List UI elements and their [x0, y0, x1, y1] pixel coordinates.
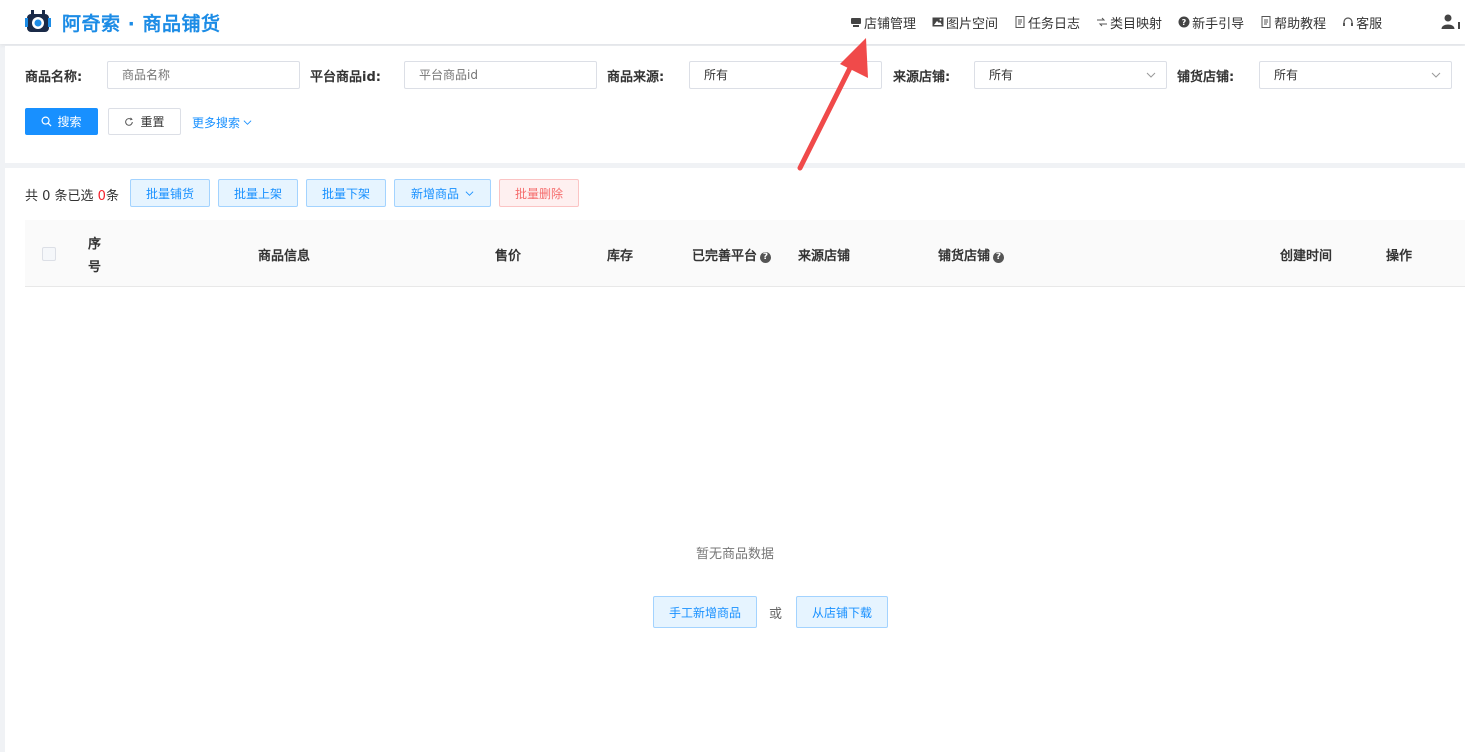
- manual-add-product-button[interactable]: 手工新增商品: [653, 596, 757, 628]
- platform-id-label: 平台商品id:: [310, 70, 381, 85]
- distribution-shop-select[interactable]: 所有: [1259, 61, 1452, 89]
- select-all-checkbox[interactable]: [42, 247, 56, 261]
- selected-count: 0: [97, 189, 106, 204]
- document-icon: [1261, 16, 1271, 28]
- brand-title: 阿奇索 · 商品铺货: [62, 12, 221, 35]
- nav-label: 帮助教程: [1274, 16, 1327, 32]
- top-header: 阿奇索 · 商品铺货 店铺管理 图片空间 任务日志 类目映射 ? 新手引导 帮助…: [0, 0, 1465, 44]
- reset-button[interactable]: 重置: [108, 108, 181, 135]
- col-distribution-shop: 铺货店铺?: [938, 245, 1005, 264]
- col-index-line1: 序: [88, 237, 102, 252]
- top-nav: 店铺管理 图片空间 任务日志 类目映射 ? 新手引导 帮助教程 客服: [850, 0, 1398, 44]
- distribution-shop-label: 铺货店铺:: [1177, 70, 1235, 85]
- col-distribution-shop-label: 铺货店铺: [938, 249, 991, 264]
- nav-label: 店铺管理: [864, 16, 917, 32]
- headset-icon: [1343, 17, 1354, 26]
- search-button-label: 搜索: [57, 115, 82, 129]
- chevron-down-icon: [1146, 72, 1156, 78]
- search-button[interactable]: 搜索: [25, 108, 98, 135]
- filter-panel: 商品名称: 平台商品id: 商品来源: 所有 来源店铺: 所有 铺货店铺: 所有…: [5, 46, 1465, 163]
- source-shop-label: 来源店铺:: [893, 70, 951, 85]
- source-shop-value: 所有: [989, 68, 1014, 82]
- nav-store-management[interactable]: 店铺管理: [850, 13, 916, 32]
- nav-help-tutorial[interactable]: 帮助教程: [1260, 13, 1326, 32]
- download-from-shop-button[interactable]: 从店铺下载: [796, 596, 888, 628]
- add-product-dropdown[interactable]: 新增商品: [394, 179, 491, 207]
- product-source-label: 商品来源:: [607, 70, 665, 85]
- nav-beginner-guide[interactable]: ? 新手引导: [1178, 13, 1244, 32]
- col-completed-platforms-label: 已完善平台: [692, 249, 758, 264]
- more-search-label: 更多搜索: [192, 116, 241, 130]
- svg-text:?: ?: [1182, 18, 1187, 27]
- chevron-down-icon: [1431, 72, 1441, 78]
- col-product-info: 商品信息: [258, 249, 311, 264]
- selection-summary: 共 0 条已选 0条: [25, 185, 119, 204]
- batch-delist-label: 批量下架: [321, 186, 370, 201]
- batch-distribute-button[interactable]: 批量铺货: [130, 179, 210, 207]
- refresh-icon: [125, 116, 134, 126]
- product-source-select[interactable]: 所有: [689, 61, 882, 89]
- product-table-panel: 共 0 条已选 0条 批量铺货 批量上架 批量下架 新增商品 批量删除 序 号 …: [5, 168, 1465, 752]
- batch-list-label: 批量上架: [233, 186, 282, 201]
- col-source-shop: 来源店铺: [798, 249, 851, 264]
- col-stock: 库存: [607, 249, 634, 264]
- manual-add-product-label: 手工新增商品: [668, 605, 741, 620]
- batch-delete-button[interactable]: 批量删除: [499, 179, 579, 207]
- col-price: 售价: [495, 249, 522, 264]
- batch-list-button[interactable]: 批量上架: [218, 179, 298, 207]
- nav-label: 图片空间: [946, 16, 999, 32]
- question-icon: ?: [1178, 16, 1190, 28]
- batch-delete-label: 批量删除: [514, 186, 563, 201]
- reset-button-label: 重置: [140, 115, 165, 129]
- nav-label: 类目映射: [1110, 16, 1163, 32]
- nav-label: 任务日志: [1028, 16, 1081, 32]
- nav-task-log[interactable]: 任务日志: [1014, 13, 1080, 32]
- user-icon[interactable]: [1440, 12, 1460, 32]
- or-text: 或: [769, 607, 783, 622]
- summary-suffix: 条: [105, 189, 119, 204]
- nav-label: 客服: [1356, 16, 1383, 32]
- help-question-icon[interactable]: ?: [993, 252, 1005, 263]
- search-icon: [41, 116, 52, 127]
- distribution-shop-value: 所有: [1274, 68, 1299, 82]
- nav-image-space[interactable]: 图片空间: [932, 13, 998, 32]
- add-product-label: 新增商品: [410, 186, 459, 201]
- document-icon: [1015, 16, 1025, 28]
- col-index-line2: 号: [88, 260, 102, 275]
- nav-category-mapping[interactable]: 类目映射: [1096, 13, 1162, 32]
- col-created-time: 创建时间: [1280, 249, 1333, 264]
- col-completed-platforms: 已完善平台?: [692, 245, 772, 264]
- product-name-input[interactable]: [107, 61, 300, 89]
- logo-icon: [25, 10, 51, 32]
- batch-delist-button[interactable]: 批量下架: [306, 179, 386, 207]
- platform-id-input[interactable]: [404, 61, 597, 89]
- brand-logo[interactable]: 阿奇索 · 商品铺货: [24, 8, 220, 36]
- source-shop-select[interactable]: 所有: [974, 61, 1167, 89]
- image-icon: [932, 17, 944, 27]
- product-source-value: 所有: [704, 68, 729, 82]
- empty-state-text: 暂无商品数据: [695, 547, 774, 562]
- chevron-down-icon: [465, 190, 474, 196]
- nav-customer-service[interactable]: 客服: [1342, 13, 1382, 32]
- chevron-down-icon: [243, 120, 252, 125]
- nav-label: 新手引导: [1192, 16, 1245, 32]
- download-from-shop-label: 从店铺下载: [811, 605, 872, 620]
- summary-prefix: 共 0 条已选: [25, 189, 98, 204]
- product-name-label: 商品名称:: [25, 70, 83, 85]
- col-actions: 操作: [1386, 249, 1413, 264]
- mapping-icon: [1097, 17, 1108, 27]
- store-icon: [851, 18, 861, 27]
- table-header: 序 号 商品信息 售价 库存 已完善平台? 来源店铺 铺货店铺? 创建时间 操作: [25, 220, 1465, 287]
- help-question-icon[interactable]: ?: [760, 252, 772, 263]
- more-search-link[interactable]: 更多搜索: [192, 114, 252, 131]
- batch-distribute-label: 批量铺货: [145, 186, 194, 201]
